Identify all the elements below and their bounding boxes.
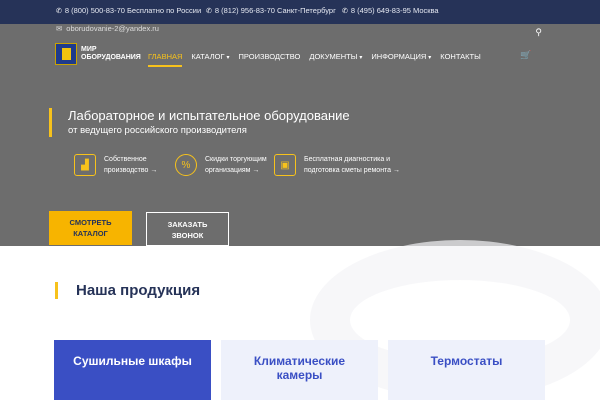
view-catalog-button[interactable]: Смотреть каталог: [49, 211, 132, 245]
logo-line1: Мир: [81, 46, 97, 53]
feature-link: подготовка сметы ремонта →: [304, 167, 401, 174]
nav-label: Каталог: [191, 52, 225, 61]
chevron-down-icon: ▾: [359, 55, 363, 61]
hero-title: Лабораторное и испытательное оборудовани…: [68, 108, 350, 123]
nav-label: Главная: [148, 52, 183, 61]
factory-icon: ▟: [74, 154, 96, 176]
main-nav: Главная Каталог ▾ Производство Документы ▾…: [148, 52, 490, 67]
nav-label: Документы: [309, 52, 358, 61]
chevron-down-icon: ▾: [428, 55, 432, 61]
hero-heading: Лабораторное и испытательное оборудовани…: [49, 108, 350, 137]
products-heading: Наша продукция: [55, 282, 200, 299]
nav-item-home[interactable]: Главная: [148, 52, 191, 67]
phone-icon: ✆: [56, 7, 62, 15]
product-card-climate-chambers[interactable]: Климатические камеры: [221, 340, 378, 400]
button-label-line2: звонок: [171, 231, 204, 240]
product-card-drying-cabinets[interactable]: Сушильные шкафы: [54, 340, 211, 400]
email-link[interactable]: ✉ oborudovanie-2@yandex.ru: [56, 24, 159, 33]
nav-label: Производство: [238, 52, 301, 61]
feature-line: Собственное: [104, 156, 147, 163]
nav-item-production[interactable]: Производство: [239, 52, 310, 61]
button-label-line2: каталог: [73, 229, 108, 238]
card-title: Сушильные шкафы: [73, 354, 192, 368]
phone-text: 8 (812) 956-83-70 Санкт-Петербург: [214, 6, 336, 15]
cart-icon[interactable]: 🛒: [520, 50, 531, 61]
percent-icon: %: [175, 154, 197, 176]
phone-link-russia[interactable]: ✆ 8 (800) 500-83-70 Бесплатно по России: [56, 6, 201, 15]
nav-item-information[interactable]: Информация ▾: [371, 52, 440, 61]
feature-link: организациям →: [205, 167, 260, 174]
feature-own-production[interactable]: ▟ Собственное производство →: [74, 154, 157, 176]
search-icon[interactable]: ⚲: [535, 27, 542, 38]
feature-discounts[interactable]: % Скидки торгующим организациям →: [175, 154, 267, 176]
chevron-down-icon: ▾: [226, 55, 230, 61]
top-contact-bar: ✆ 8 (800) 500-83-70 Бесплатно по России …: [0, 0, 600, 24]
feature-line: Скидки торгующим: [205, 156, 267, 163]
logo-text: Мир оборудования: [81, 46, 141, 62]
feature-diagnostics[interactable]: ▣ Бесплатная диагностика и подготовка см…: [274, 154, 400, 176]
hero-subtitle: от ведущего российского производителя: [68, 125, 247, 136]
diagnostics-icon: ▣: [274, 154, 296, 176]
nav-item-documents[interactable]: Документы ▾: [309, 52, 371, 61]
nav-item-catalog[interactable]: Каталог ▾: [191, 52, 238, 61]
button-label-line1: Заказать: [167, 220, 208, 229]
logo-line2: оборудования: [81, 54, 141, 61]
phone-link-moscow[interactable]: ✆ 8 (495) 649-83-95 Москва: [342, 6, 439, 15]
nav-label: Контакты: [440, 52, 481, 61]
card-title: Термостаты: [430, 354, 503, 368]
card-title: Климатические: [253, 354, 346, 368]
phone-icon: ✆: [206, 7, 212, 15]
mail-icon: ✉: [56, 24, 63, 33]
feature-line: Бесплатная диагностика и: [304, 156, 391, 163]
nav-label: Информация: [371, 52, 427, 61]
section-title: Наша продукция: [76, 282, 201, 299]
order-call-button[interactable]: Заказать звонок: [146, 212, 229, 246]
card-title-line2: камеры: [276, 368, 323, 382]
product-card-thermostats[interactable]: Термостаты: [388, 340, 545, 400]
phone-text: 8 (495) 649-83-95 Москва: [350, 6, 439, 15]
phone-link-spb[interactable]: ✆ 8 (812) 956-83-70 Санкт-Петербург: [206, 6, 336, 15]
nav-item-contacts[interactable]: Контакты: [440, 52, 489, 61]
feature-link: производство →: [104, 167, 158, 174]
phone-text: 8 (800) 500-83-70 Бесплатно по России: [64, 6, 202, 15]
email-text: oborudovanie-2@yandex.ru: [66, 24, 159, 33]
phone-icon: ✆: [342, 7, 348, 15]
button-label-line1: Смотреть: [69, 218, 112, 227]
site-logo[interactable]: Мир оборудования: [55, 43, 141, 65]
logo-mark: [55, 43, 77, 65]
hero-section: ✉ oborudovanie-2@yandex.ru ⚲ Мир оборудо…: [0, 24, 600, 246]
